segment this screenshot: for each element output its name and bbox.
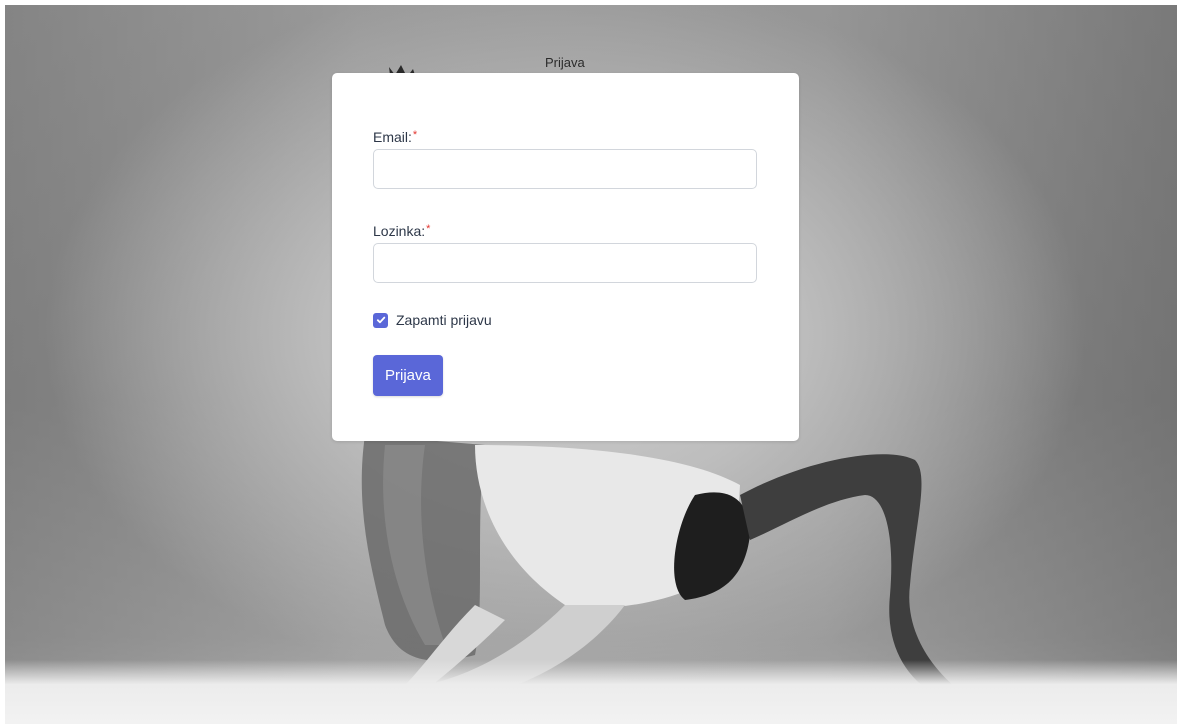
page-header-label: Prijava [545,55,585,70]
email-label-text: Email: [373,129,412,145]
login-card: Email:* Lozinka:* Zapamti prijavu Prijav… [332,73,799,441]
remember-me-checkbox[interactable] [373,312,388,328]
email-label: Email:* [373,129,417,145]
floor [5,660,1177,724]
check-icon [376,316,385,324]
password-required-mark: * [426,223,431,235]
email-input[interactable] [373,149,757,189]
password-input[interactable] [373,243,757,283]
login-button[interactable]: Prijava [373,355,443,396]
remember-me-option[interactable]: Zapamti prijavu [373,312,492,328]
email-required-mark: * [412,129,418,141]
remember-me-label: Zapamti prijavu [396,312,492,328]
password-label: Lozinka:* [373,223,430,239]
password-label-text: Lozinka: [373,223,426,239]
